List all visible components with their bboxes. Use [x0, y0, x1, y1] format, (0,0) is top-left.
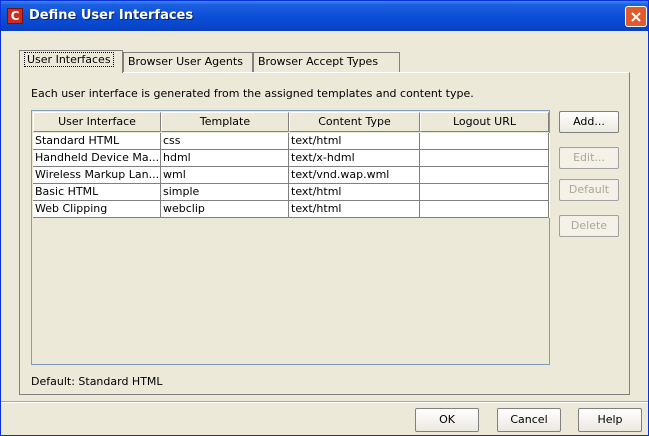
dialog-window: C Define User Interfaces User Interfaces…	[0, 0, 649, 436]
close-button[interactable]	[625, 6, 647, 27]
column-header-logout-url[interactable]: Logout URL	[420, 112, 549, 132]
default-button[interactable]: Default	[559, 179, 619, 201]
cell-logout-url	[420, 184, 549, 201]
tab-browser-accept-types[interactable]: Browser Accept Types	[253, 52, 400, 72]
cell-content-type: text/html	[289, 201, 420, 218]
cell-template: css	[161, 133, 289, 150]
cell-template: simple	[161, 184, 289, 201]
cell-logout-url	[420, 167, 549, 184]
column-header-template[interactable]: Template	[161, 112, 289, 132]
delete-button[interactable]: Delete	[559, 215, 619, 237]
cell-user-interface: Basic HTML	[33, 184, 161, 201]
cell-content-type: text/html	[289, 133, 420, 150]
cell-template: hdml	[161, 150, 289, 167]
cell-user-interface: Wireless Markup Lan...	[33, 167, 161, 184]
cell-template: wml	[161, 167, 289, 184]
cell-user-interface: Web Clipping	[33, 201, 161, 218]
tab-label: User Interfaces	[24, 52, 114, 67]
table-header: User Interface Template Content Type Log…	[33, 112, 549, 132]
description-text: Each user interface is generated from th…	[31, 87, 474, 100]
tab-label: Browser User Agents	[128, 55, 243, 68]
title-bar[interactable]: C Define User Interfaces	[1, 1, 648, 31]
tab-browser-user-agents[interactable]: Browser User Agents	[123, 52, 253, 72]
tab-label: Browser Accept Types	[258, 55, 379, 68]
close-icon	[631, 11, 641, 22]
column-header-user-interface[interactable]: User Interface	[33, 112, 161, 132]
cell-logout-url	[420, 201, 549, 218]
cell-content-type: text/html	[289, 184, 420, 201]
help-button[interactable]: Help	[578, 408, 642, 432]
table-row[interactable]: Handheld Device Ma... hdml text/x-hdml	[33, 150, 550, 167]
cell-content-type: text/x-hdml	[289, 150, 420, 167]
cell-logout-url	[420, 150, 549, 167]
table-row[interactable]: Basic HTML simple text/html	[33, 184, 550, 201]
footer-separator	[1, 401, 648, 403]
table-row[interactable]: Wireless Markup Lan... wml text/vnd.wap.…	[33, 167, 550, 184]
cell-content-type: text/vnd.wap.wml	[289, 167, 420, 184]
table-row[interactable]: Standard HTML css text/html	[33, 133, 550, 150]
cell-template: webclip	[161, 201, 289, 218]
cell-user-interface: Standard HTML	[33, 133, 161, 150]
cell-user-interface: Handheld Device Ma...	[33, 150, 161, 167]
column-header-content-type[interactable]: Content Type	[289, 112, 420, 132]
cell-logout-url	[420, 133, 549, 150]
ok-button[interactable]: OK	[415, 408, 479, 432]
default-interface-label: Default: Standard HTML	[31, 375, 163, 388]
app-icon: C	[7, 8, 23, 24]
edit-button[interactable]: Edit...	[559, 147, 619, 169]
table-body: Standard HTML css text/html Handheld Dev…	[33, 133, 550, 218]
tab-user-interfaces[interactable]: User Interfaces	[19, 50, 123, 73]
cancel-button[interactable]: Cancel	[497, 408, 561, 432]
add-button[interactable]: Add...	[559, 111, 619, 133]
table-row[interactable]: Web Clipping webclip text/html	[33, 201, 550, 218]
user-interfaces-table: User Interface Template Content Type Log…	[31, 110, 550, 365]
window-title: Define User Interfaces	[29, 8, 194, 23]
